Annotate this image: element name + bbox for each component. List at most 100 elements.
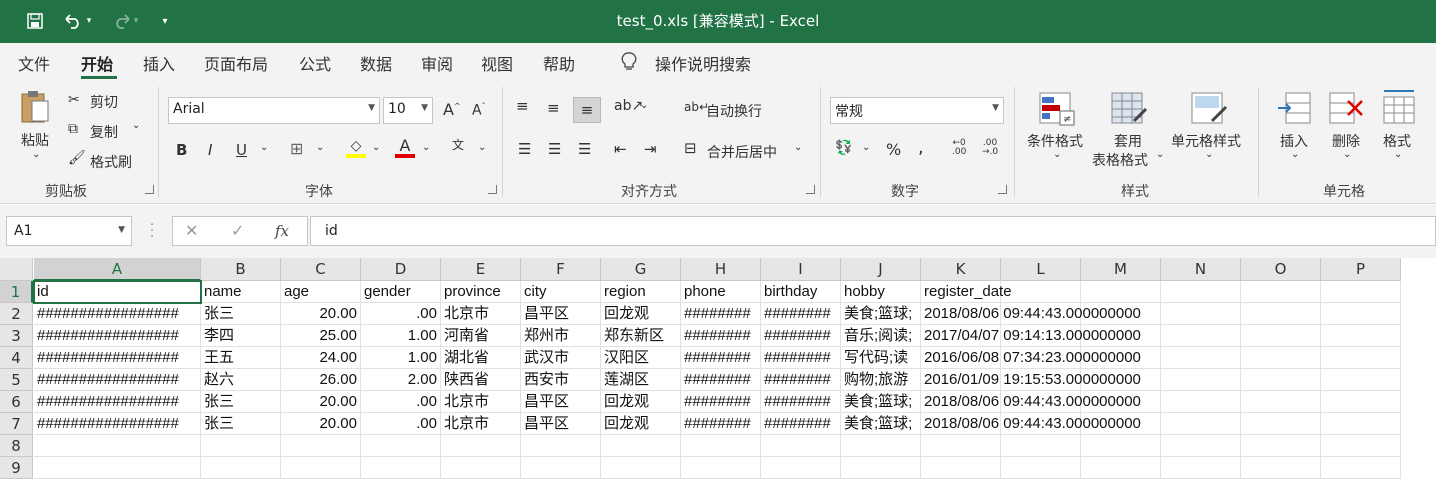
tab-review[interactable]: 审阅: [421, 51, 453, 75]
cell-h4[interactable]: ########: [681, 347, 761, 369]
cell-h9[interactable]: [681, 457, 761, 479]
cell-n9[interactable]: [1161, 457, 1241, 479]
name-box[interactable]: A1 ▼: [6, 216, 132, 246]
cell-e1[interactable]: province: [441, 281, 521, 303]
cell-l8[interactable]: [1001, 435, 1081, 457]
number-launcher-icon[interactable]: [998, 185, 1007, 194]
cell-n1[interactable]: [1161, 281, 1241, 303]
insert-function-button[interactable]: fx: [275, 222, 289, 240]
enter-icon[interactable]: ✓: [231, 221, 244, 240]
cell-c7[interactable]: 20.00: [281, 413, 361, 435]
cell-o3[interactable]: [1241, 325, 1321, 347]
cell-a6[interactable]: #################: [34, 391, 201, 413]
font-color-dropdown-icon[interactable]: ⌄: [422, 143, 430, 153]
cell-i2[interactable]: ########: [761, 303, 841, 325]
cell-n7[interactable]: [1161, 413, 1241, 435]
accounting-dropdown-icon[interactable]: ⌄: [862, 143, 870, 153]
cell-j8[interactable]: [841, 435, 921, 457]
column-header-o[interactable]: O: [1241, 258, 1321, 281]
formula-input[interactable]: id: [310, 216, 1436, 246]
percent-icon[interactable]: %: [886, 142, 901, 158]
cell-p3[interactable]: [1321, 325, 1401, 347]
column-header-h[interactable]: H: [681, 258, 761, 281]
cell-b4[interactable]: 王五: [201, 347, 281, 369]
cell-i6[interactable]: ########: [761, 391, 841, 413]
row-header-7[interactable]: 7: [0, 413, 33, 435]
cell-g3[interactable]: 郑东新区: [601, 325, 681, 347]
align-center-icon[interactable]: ☰: [548, 142, 561, 157]
cell-o2[interactable]: [1241, 303, 1321, 325]
font-color-icon[interactable]: A: [395, 138, 415, 158]
cell-o1[interactable]: [1241, 281, 1321, 303]
cell-n3[interactable]: [1161, 325, 1241, 347]
column-header-g[interactable]: G: [601, 258, 681, 281]
cell-o7[interactable]: [1241, 413, 1321, 435]
cell-k6[interactable]: 2018/08/06 09:44:43.000000000: [921, 391, 1141, 413]
column-header-i[interactable]: I: [761, 258, 841, 281]
cell-a5[interactable]: #################: [34, 369, 201, 391]
align-left-icon[interactable]: ☰: [518, 142, 531, 157]
cell-k9[interactable]: [921, 457, 1001, 479]
cut-icon[interactable]: ✂: [68, 93, 80, 107]
format-cells-icon[interactable]: [1380, 87, 1418, 128]
cell-b3[interactable]: 李四: [201, 325, 281, 347]
orientation-icon[interactable]: ab↗: [614, 99, 643, 113]
cell-g5[interactable]: 莲湖区: [601, 369, 681, 391]
cell-k8[interactable]: [921, 435, 1001, 457]
number-format-select[interactable]: 常规 ▼: [830, 97, 1004, 124]
cell-p7[interactable]: [1321, 413, 1401, 435]
insert-cells-button[interactable]: 插入: [1280, 131, 1308, 151]
italic-button[interactable]: I: [208, 143, 212, 158]
copy-dropdown-icon[interactable]: ⌄: [132, 120, 140, 131]
cell-d7[interactable]: .00: [361, 413, 441, 435]
cell-i7[interactable]: ########: [761, 413, 841, 435]
cell-d1[interactable]: gender: [361, 281, 441, 303]
cell-e6[interactable]: 北京市: [441, 391, 521, 413]
align-bottom-icon[interactable]: ≡: [573, 97, 601, 123]
row-header-2[interactable]: 2: [0, 303, 33, 325]
copy-icon[interactable]: ⧉: [68, 122, 78, 136]
cell-e7[interactable]: 北京市: [441, 413, 521, 435]
cell-n2[interactable]: [1161, 303, 1241, 325]
cell-d4[interactable]: 1.00: [361, 347, 441, 369]
cell-a1[interactable]: id: [33, 280, 202, 304]
cell-e4[interactable]: 湖北省: [441, 347, 521, 369]
paste-button[interactable]: 粘贴: [21, 130, 49, 150]
cell-e9[interactable]: [441, 457, 521, 479]
cell-p6[interactable]: [1321, 391, 1401, 413]
cell-a3[interactable]: #################: [34, 325, 201, 347]
column-header-d[interactable]: D: [361, 258, 441, 281]
cell-j7[interactable]: 美食;篮球;: [841, 413, 921, 435]
row-header-5[interactable]: 5: [0, 369, 33, 391]
cell-f8[interactable]: [521, 435, 601, 457]
align-top-icon[interactable]: ≡: [516, 99, 529, 114]
column-header-a[interactable]: A: [34, 258, 201, 281]
cell-styles-dropdown-icon[interactable]: ⌄: [1205, 149, 1213, 160]
cell-a7[interactable]: #################: [34, 413, 201, 435]
font-name-select[interactable]: Arial ▼: [168, 97, 380, 124]
alignment-launcher-icon[interactable]: [806, 185, 815, 194]
cell-e5[interactable]: 陕西省: [441, 369, 521, 391]
column-header-b[interactable]: B: [201, 258, 281, 281]
cell-f6[interactable]: 昌平区: [521, 391, 601, 413]
cell-c5[interactable]: 26.00: [281, 369, 361, 391]
cell-k3[interactable]: 2017/04/07 09:14:13.000000000: [921, 325, 1141, 347]
border-dropdown-icon[interactable]: ⌄: [316, 143, 324, 153]
cell-m1[interactable]: [1081, 281, 1161, 303]
cell-h3[interactable]: ########: [681, 325, 761, 347]
cell-k2[interactable]: 2018/08/06 09:44:43.000000000: [921, 303, 1141, 325]
cell-o6[interactable]: [1241, 391, 1321, 413]
column-header-f[interactable]: F: [521, 258, 601, 281]
cell-e3[interactable]: 河南省: [441, 325, 521, 347]
increase-indent-icon[interactable]: ⇥: [644, 142, 657, 157]
cell-f9[interactable]: [521, 457, 601, 479]
cell-l1[interactable]: [1001, 281, 1081, 303]
shrink-font-icon[interactable]: Aˇ: [472, 103, 486, 118]
fill-color-dropdown-icon[interactable]: ⌄: [372, 143, 380, 153]
increase-decimal-icon[interactable]: ←0.00: [952, 139, 966, 157]
delete-cells-icon[interactable]: [1328, 91, 1366, 128]
cell-k5[interactable]: 2016/01/09 19:15:53.000000000: [921, 369, 1141, 391]
cell-styles-button[interactable]: 单元格样式: [1171, 131, 1241, 151]
cell-g9[interactable]: [601, 457, 681, 479]
cell-j9[interactable]: [841, 457, 921, 479]
